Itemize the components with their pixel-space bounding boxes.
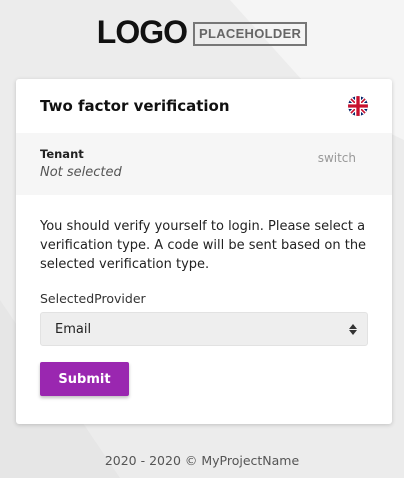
select-arrows-icon [349,323,357,335]
card-title: Two factor verification [40,97,230,115]
switch-tenant-link[interactable]: switch [318,151,356,165]
card-header: Two factor verification [16,79,392,133]
provider-select[interactable]: Email [40,312,368,346]
logo-placeholder: PLACEHOLDER [192,22,308,46]
uk-flag-icon[interactable] [348,96,368,116]
provider-label: SelectedProvider [40,291,146,306]
provider-selected-value: Email [55,321,92,337]
tenant-bar: Tenant Not selected switch [16,133,392,195]
logo: LOGO PLACEHOLDER [0,14,404,50]
footer-copyright: 2020 - 2020 © MyProjectName [104,453,300,468]
tenant-value: Not selected [40,165,122,180]
card-body: You should verify yourself to login. Ple… [16,195,392,396]
two-factor-card: Two factor verification Tenant Not selec… [16,79,392,424]
verification-message: You should verify yourself to login. Ple… [40,219,367,272]
submit-button[interactable]: Submit [40,362,129,396]
logo-text: LOGO [96,14,188,50]
